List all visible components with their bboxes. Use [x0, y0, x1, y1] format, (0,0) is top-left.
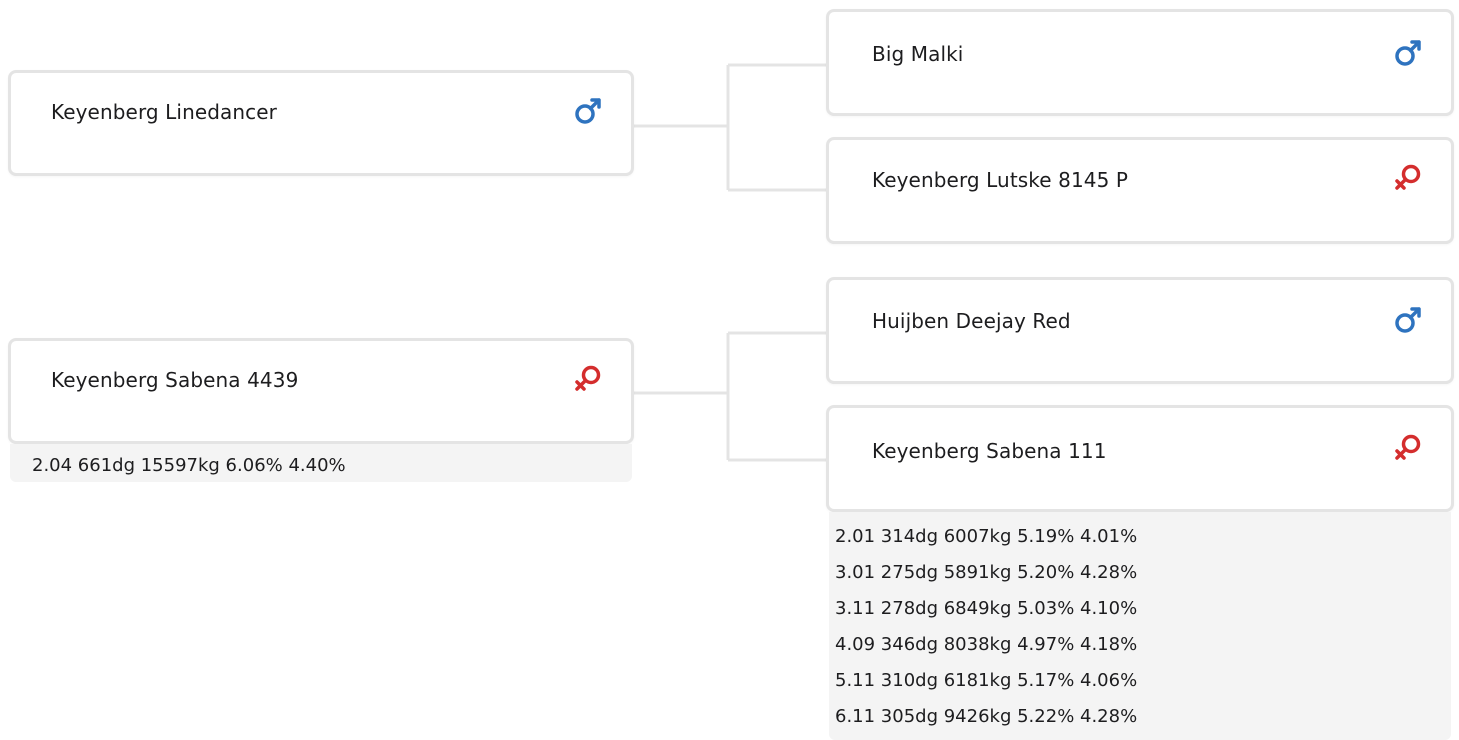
animal-card-dam-sire[interactable]: Huijben Deejay Red	[826, 277, 1454, 384]
lactation-record: 2.01 314dg 6007kg 5.19% 4.01%	[835, 526, 1138, 547]
lactation-record: 5.11 310dg 6181kg 5.17% 4.06%	[835, 670, 1138, 691]
lactation-record: 2.04 661dg 15597kg 6.06% 4.40%	[32, 455, 346, 476]
connector-dam-branch	[632, 331, 828, 462]
pedigree-tree: Keyenberg Linedancer Keyenberg Sabena 44…	[0, 0, 1459, 740]
production-record-dam-dam: 2.01 314dg 6007kg 5.19% 4.01% 3.01 275dg…	[829, 512, 1451, 740]
animal-name: Keyenberg Linedancer	[51, 100, 277, 124]
male-icon	[1395, 40, 1421, 66]
production-record-dam: 2.04 661dg 15597kg 6.06% 4.40%	[10, 444, 632, 482]
male-icon	[575, 98, 601, 124]
animal-card-sire-dam[interactable]: Keyenberg Lutske 8145 P	[826, 137, 1454, 244]
female-icon	[1395, 434, 1421, 460]
lactation-record: 3.11 278dg 6849kg 5.03% 4.10%	[835, 598, 1138, 619]
animal-name: Huijben Deejay Red	[872, 309, 1071, 333]
lactation-record: 3.01 275dg 5891kg 5.20% 4.28%	[835, 562, 1138, 583]
animal-name: Keyenberg Sabena 111	[872, 439, 1107, 463]
animal-card-sire[interactable]: Keyenberg Linedancer	[8, 70, 634, 176]
animal-name: Keyenberg Sabena 4439	[51, 368, 299, 392]
female-icon	[1395, 164, 1421, 190]
animal-name: Big Malki	[872, 42, 964, 66]
lactation-record: 4.09 346dg 8038kg 4.97% 4.18%	[835, 634, 1138, 655]
lactation-record: 6.11 305dg 9426kg 5.22% 4.28%	[835, 706, 1138, 727]
animal-card-dam-dam[interactable]: Keyenberg Sabena 111	[826, 405, 1454, 512]
female-icon	[575, 365, 601, 391]
male-icon	[1395, 307, 1421, 333]
animal-card-sire-sire[interactable]: Big Malki	[826, 9, 1454, 116]
connector-sire-branch	[632, 63, 828, 192]
animal-card-dam[interactable]: Keyenberg Sabena 4439	[8, 338, 634, 444]
animal-name: Keyenberg Lutske 8145 P	[872, 168, 1129, 192]
